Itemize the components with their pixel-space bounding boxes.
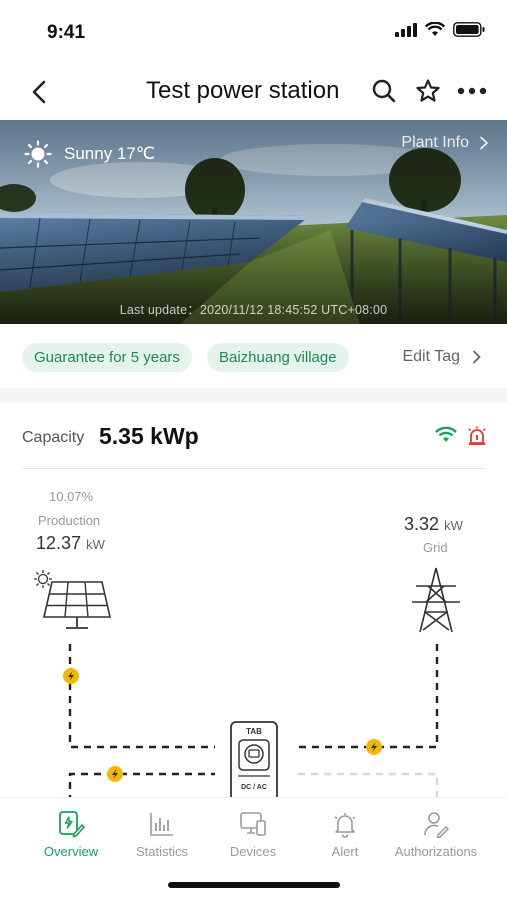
back-button[interactable] xyxy=(24,76,56,108)
weather-text: Sunny 17℃ xyxy=(64,144,155,163)
wifi-status-icon xyxy=(425,22,445,36)
plant-info-label: Plant Info xyxy=(401,134,469,151)
star-icon xyxy=(416,79,440,102)
lightning-badge xyxy=(107,766,123,782)
tab-alert-label: Alert xyxy=(331,844,359,859)
tab-statistics[interactable]: Statistics xyxy=(112,808,212,859)
tab-overview-label: Overview xyxy=(43,844,99,859)
overview-icon xyxy=(59,811,85,838)
status-bar: 9:41 xyxy=(0,0,507,64)
battery-icon xyxy=(453,22,485,37)
last-update-text: Last update：2020/11/12 18:45:52 UTC+08:0… xyxy=(119,303,388,317)
more-button[interactable] xyxy=(457,76,487,106)
sun-icon xyxy=(24,140,52,168)
power-station-screen: 9:41 Test power station Sunny 17℃ Plant … xyxy=(0,0,507,900)
tab-statistics-label: Statistics xyxy=(135,844,188,859)
plant-info-link[interactable]: Plant Info xyxy=(401,134,489,152)
inverter-bottom-label: DC / AC xyxy=(241,784,267,791)
bottom-tab-bar: Overview Statistics Devices Alert Author… xyxy=(0,797,507,900)
cellular-signal-icon xyxy=(395,22,417,37)
plant-hero-image: Sunny 17℃ Plant Info Last update：2020/11… xyxy=(0,120,507,324)
weather-widget: Sunny 17℃ xyxy=(24,140,155,168)
favorite-button[interactable] xyxy=(413,76,443,106)
status-icons xyxy=(395,22,485,37)
tab-authorizations-label: Authorizations xyxy=(394,844,478,859)
energy-flow-diagram: TAB DC / AC xyxy=(34,567,460,802)
search-icon xyxy=(372,79,396,103)
page-title: Test power station xyxy=(146,77,340,104)
home-indicator[interactable] xyxy=(168,882,340,888)
chevron-right-icon xyxy=(473,350,481,364)
authorizations-icon xyxy=(424,812,450,838)
tag-guarantee[interactable]: Guarantee for 5 years xyxy=(22,343,192,372)
more-icon xyxy=(457,87,487,95)
tab-alert[interactable]: Alert xyxy=(295,808,395,859)
energy-flow-card: Capacity 5.35 kWp 10.07% Production 12.3… xyxy=(0,402,507,802)
tab-devices-label: Devices xyxy=(229,844,277,859)
nav-bar: Test power station xyxy=(0,64,507,120)
small-sun-icon xyxy=(34,570,52,588)
tab-devices[interactable]: Devices xyxy=(203,808,303,859)
lightning-badge xyxy=(63,668,79,684)
statistics-icon xyxy=(150,813,173,836)
tag-row: Guarantee for 5 years Baizhuang village … xyxy=(0,324,507,388)
devices-icon xyxy=(240,812,266,836)
back-arrow-icon xyxy=(32,80,46,104)
alert-bell-icon xyxy=(334,813,356,838)
tag-location[interactable]: Baizhuang village xyxy=(207,343,349,372)
edit-tag-label: Edit Tag xyxy=(402,348,460,365)
edit-tag-button[interactable]: Edit Tag xyxy=(402,348,481,366)
transmission-tower-icon xyxy=(412,567,460,633)
status-time: 9:41 xyxy=(47,22,86,43)
tab-overview[interactable]: Overview xyxy=(21,808,121,859)
tab-authorizations[interactable]: Authorizations xyxy=(386,808,486,859)
search-button[interactable] xyxy=(369,76,399,106)
inverter-top-label: TAB xyxy=(246,727,262,736)
nav-actions xyxy=(369,76,487,106)
chevron-right-icon xyxy=(480,136,489,150)
solar-panel-icon xyxy=(34,570,112,629)
lightning-badge xyxy=(366,739,382,755)
